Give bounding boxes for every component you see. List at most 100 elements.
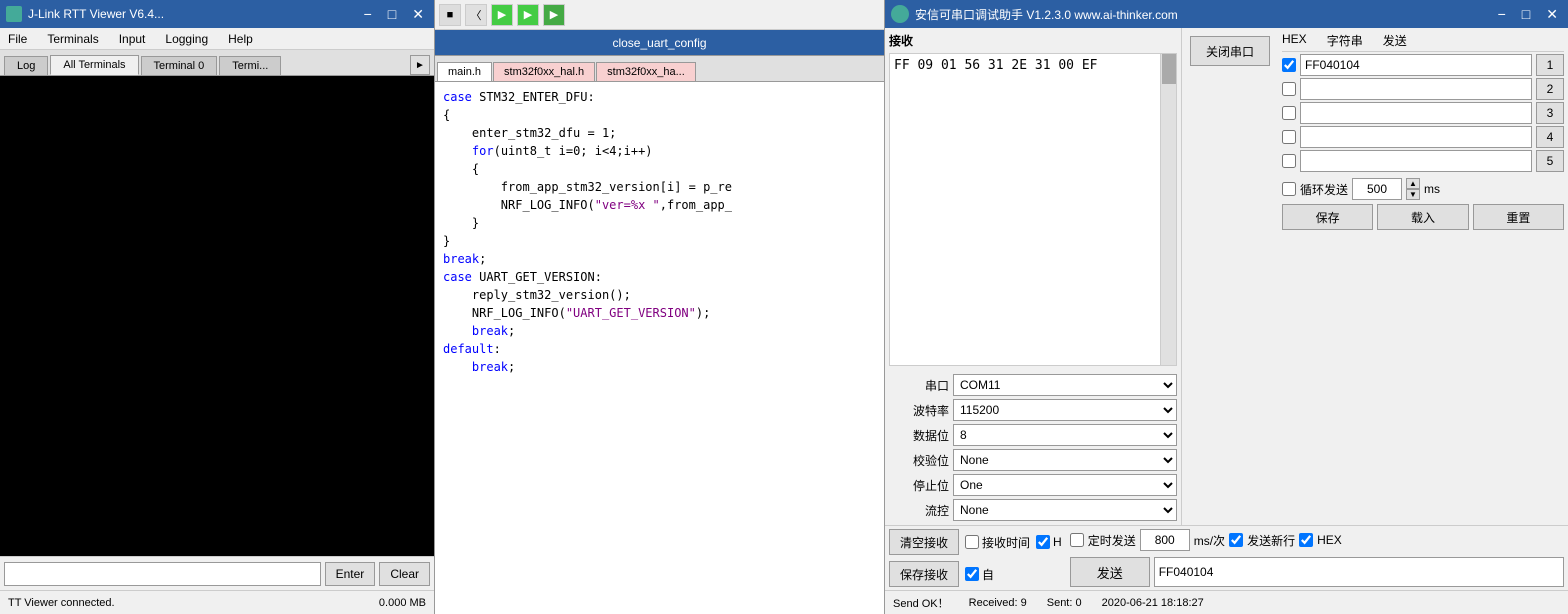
auto-checkbox[interactable] bbox=[965, 567, 979, 581]
serial-window-controls: − □ ✕ bbox=[1494, 6, 1562, 23]
tab-terminal-0[interactable]: Terminal 0 bbox=[141, 56, 218, 75]
spinner-down-button[interactable]: ▼ bbox=[1406, 189, 1420, 200]
serial-titlebar: 安信可串口调试助手 V1.2.3.0 www.ai-thinker.com − … bbox=[885, 0, 1568, 28]
jlink-input-row: Enter Clear bbox=[0, 556, 434, 590]
multitext-input-5[interactable] bbox=[1300, 150, 1532, 172]
cycle-interval-input[interactable] bbox=[1352, 178, 1402, 200]
multitext-header: HEX 字符串 发送 bbox=[1282, 32, 1564, 52]
toolbar-icon-green3[interactable]: ▶ bbox=[543, 4, 565, 26]
multitext-row-1: 1 bbox=[1282, 54, 1564, 76]
data-label: 数据位 bbox=[889, 427, 949, 444]
reset-button[interactable]: 重置 bbox=[1473, 204, 1564, 230]
multitext-send-btn-5[interactable]: 5 bbox=[1536, 150, 1564, 172]
close-serial-button[interactable]: 关闭串口 bbox=[1190, 36, 1270, 66]
parity-select[interactable]: None bbox=[953, 449, 1177, 471]
parity-label: 校验位 bbox=[889, 452, 949, 469]
timed-interval-input[interactable] bbox=[1140, 529, 1190, 551]
save-button[interactable]: 保存 bbox=[1282, 204, 1373, 230]
port-select[interactable]: COM11 bbox=[953, 374, 1177, 396]
flow-label: 流控 bbox=[889, 502, 949, 519]
serial-restore-button[interactable]: □ bbox=[1518, 6, 1534, 23]
data-bits-select[interactable]: 8 bbox=[953, 424, 1177, 446]
baud-label: 波特率 bbox=[889, 402, 949, 419]
multitext-send-btn-2[interactable]: 2 bbox=[1536, 78, 1564, 100]
serial-port-config: 串口 COM11 波特率 115200 数据位 8 校验位 None 停止位 bbox=[885, 370, 1181, 525]
multitext-checkbox-2[interactable] bbox=[1282, 82, 1296, 96]
tab-termi[interactable]: Termi... bbox=[219, 56, 281, 75]
hex-send-checkbox[interactable] bbox=[1299, 533, 1313, 547]
editor-tab-hal[interactable]: stm32f0xx_hal.h bbox=[493, 62, 595, 81]
spinner-up-button[interactable]: ▲ bbox=[1406, 178, 1420, 189]
multitext-send-btn-3[interactable]: 3 bbox=[1536, 102, 1564, 124]
serial-center-panel: 关闭串口 bbox=[1182, 28, 1278, 525]
cycle-send-checkbox[interactable] bbox=[1282, 182, 1296, 196]
jlink-enter-button[interactable]: Enter bbox=[325, 562, 376, 586]
multitext-send-btn-4[interactable]: 4 bbox=[1536, 126, 1564, 148]
send-input-field[interactable] bbox=[1154, 557, 1564, 587]
menu-input[interactable]: Input bbox=[115, 30, 150, 48]
newline-checkbox[interactable] bbox=[1229, 533, 1243, 547]
menu-logging[interactable]: Logging bbox=[161, 30, 212, 48]
multitext-header-send: 发送 bbox=[1383, 32, 1407, 49]
recv-time-checkbox[interactable] bbox=[965, 535, 979, 549]
code-line: NRF_LOG_INFO("ver=%x ",from_app_ bbox=[443, 196, 876, 214]
editor-tab-mainh[interactable]: main.h bbox=[437, 62, 492, 81]
jlink-input-field[interactable] bbox=[4, 562, 321, 586]
serial-receive-area: FF 09 01 56 31 2E 31 00 EF bbox=[889, 53, 1177, 366]
menu-help[interactable]: Help bbox=[224, 30, 257, 48]
status-received: Received: 9 bbox=[969, 597, 1027, 609]
serial-close-button[interactable]: ✕ bbox=[1542, 6, 1562, 23]
status-sendok: Send OK！ bbox=[893, 595, 949, 611]
multitext-action-buttons: 保存 载入 重置 bbox=[1282, 204, 1564, 230]
send-button[interactable]: 发送 bbox=[1070, 557, 1150, 587]
multitext-header-string: 字符串 bbox=[1327, 32, 1363, 49]
jlink-close-button[interactable]: ✕ bbox=[408, 6, 428, 23]
timed-send-checkbox[interactable] bbox=[1070, 533, 1084, 547]
code-line: case UART_GET_VERSION: bbox=[443, 268, 876, 286]
status-date: 2020-06-21 18:18:27 bbox=[1102, 597, 1204, 609]
stop-bits-select[interactable]: One bbox=[953, 474, 1177, 496]
hex-recv-checkbox-row: H bbox=[1036, 535, 1062, 549]
recv-time-label: 接收时间 bbox=[982, 534, 1030, 551]
multitext-checkbox-4[interactable] bbox=[1282, 130, 1296, 144]
multitext-checkbox-3[interactable] bbox=[1282, 106, 1296, 120]
send-area: 发送 bbox=[1066, 554, 1568, 590]
clear-recv-button[interactable]: 清空接收 bbox=[889, 529, 959, 555]
recv-scrollbar-thumb bbox=[1162, 54, 1176, 84]
hex-label-recv: H bbox=[1053, 535, 1062, 549]
jlink-clear-button[interactable]: Clear bbox=[379, 562, 430, 586]
jlink-menubar: File Terminals Input Logging Help bbox=[0, 28, 434, 50]
tab-all-terminals[interactable]: All Terminals bbox=[50, 55, 138, 75]
menu-file[interactable]: File bbox=[4, 30, 31, 48]
multitext-send-btn-1[interactable]: 1 bbox=[1536, 54, 1564, 76]
flow-control-select[interactable]: None bbox=[953, 499, 1177, 521]
jlink-minimize-button[interactable]: − bbox=[360, 6, 376, 23]
multitext-checkbox-1[interactable] bbox=[1282, 58, 1296, 72]
recv-buttons-column: 清空接收 接收时间 H 保存接收 bbox=[885, 526, 1066, 590]
load-button[interactable]: 载入 bbox=[1377, 204, 1468, 230]
serial-minimize-button[interactable]: − bbox=[1494, 6, 1510, 23]
save-recv-button[interactable]: 保存接收 bbox=[889, 561, 959, 587]
tab-scroll-right-button[interactable]: ► bbox=[410, 55, 430, 75]
jlink-titlebar: J-Link RTT Viewer V6.4... − □ ✕ bbox=[0, 0, 434, 28]
multitext-input-2[interactable] bbox=[1300, 78, 1532, 100]
baud-select[interactable]: 115200 bbox=[953, 399, 1177, 421]
tab-log[interactable]: Log bbox=[4, 56, 48, 75]
hex-recv-checkbox[interactable] bbox=[1036, 535, 1050, 549]
recv-scrollbar[interactable] bbox=[1160, 54, 1176, 365]
multitext-input-4[interactable] bbox=[1300, 126, 1532, 148]
ms-label: ms bbox=[1424, 182, 1440, 196]
editor-panel: ■ 〈 ▶ ▶ ▶ close_uart_config main.h stm32… bbox=[435, 0, 885, 614]
jlink-restore-button[interactable]: □ bbox=[384, 6, 400, 23]
toolbar-icon-1[interactable]: ■ bbox=[439, 4, 461, 26]
jlink-memory-text: 0.000 MB bbox=[379, 597, 426, 609]
toolbar-icon-2[interactable]: 〈 bbox=[465, 4, 487, 26]
menu-terminals[interactable]: Terminals bbox=[43, 30, 102, 48]
editor-tab-hal2[interactable]: stm32f0xx_ha... bbox=[596, 62, 696, 81]
multitext-checkbox-5[interactable] bbox=[1282, 154, 1296, 168]
toolbar-icon-green2[interactable]: ▶ bbox=[517, 4, 539, 26]
editor-code-area[interactable]: case STM32_ENTER_DFU: { enter_stm32_dfu … bbox=[435, 82, 884, 614]
toolbar-icon-green1[interactable]: ▶ bbox=[491, 4, 513, 26]
multitext-input-3[interactable] bbox=[1300, 102, 1532, 124]
multitext-input-1[interactable] bbox=[1300, 54, 1532, 76]
